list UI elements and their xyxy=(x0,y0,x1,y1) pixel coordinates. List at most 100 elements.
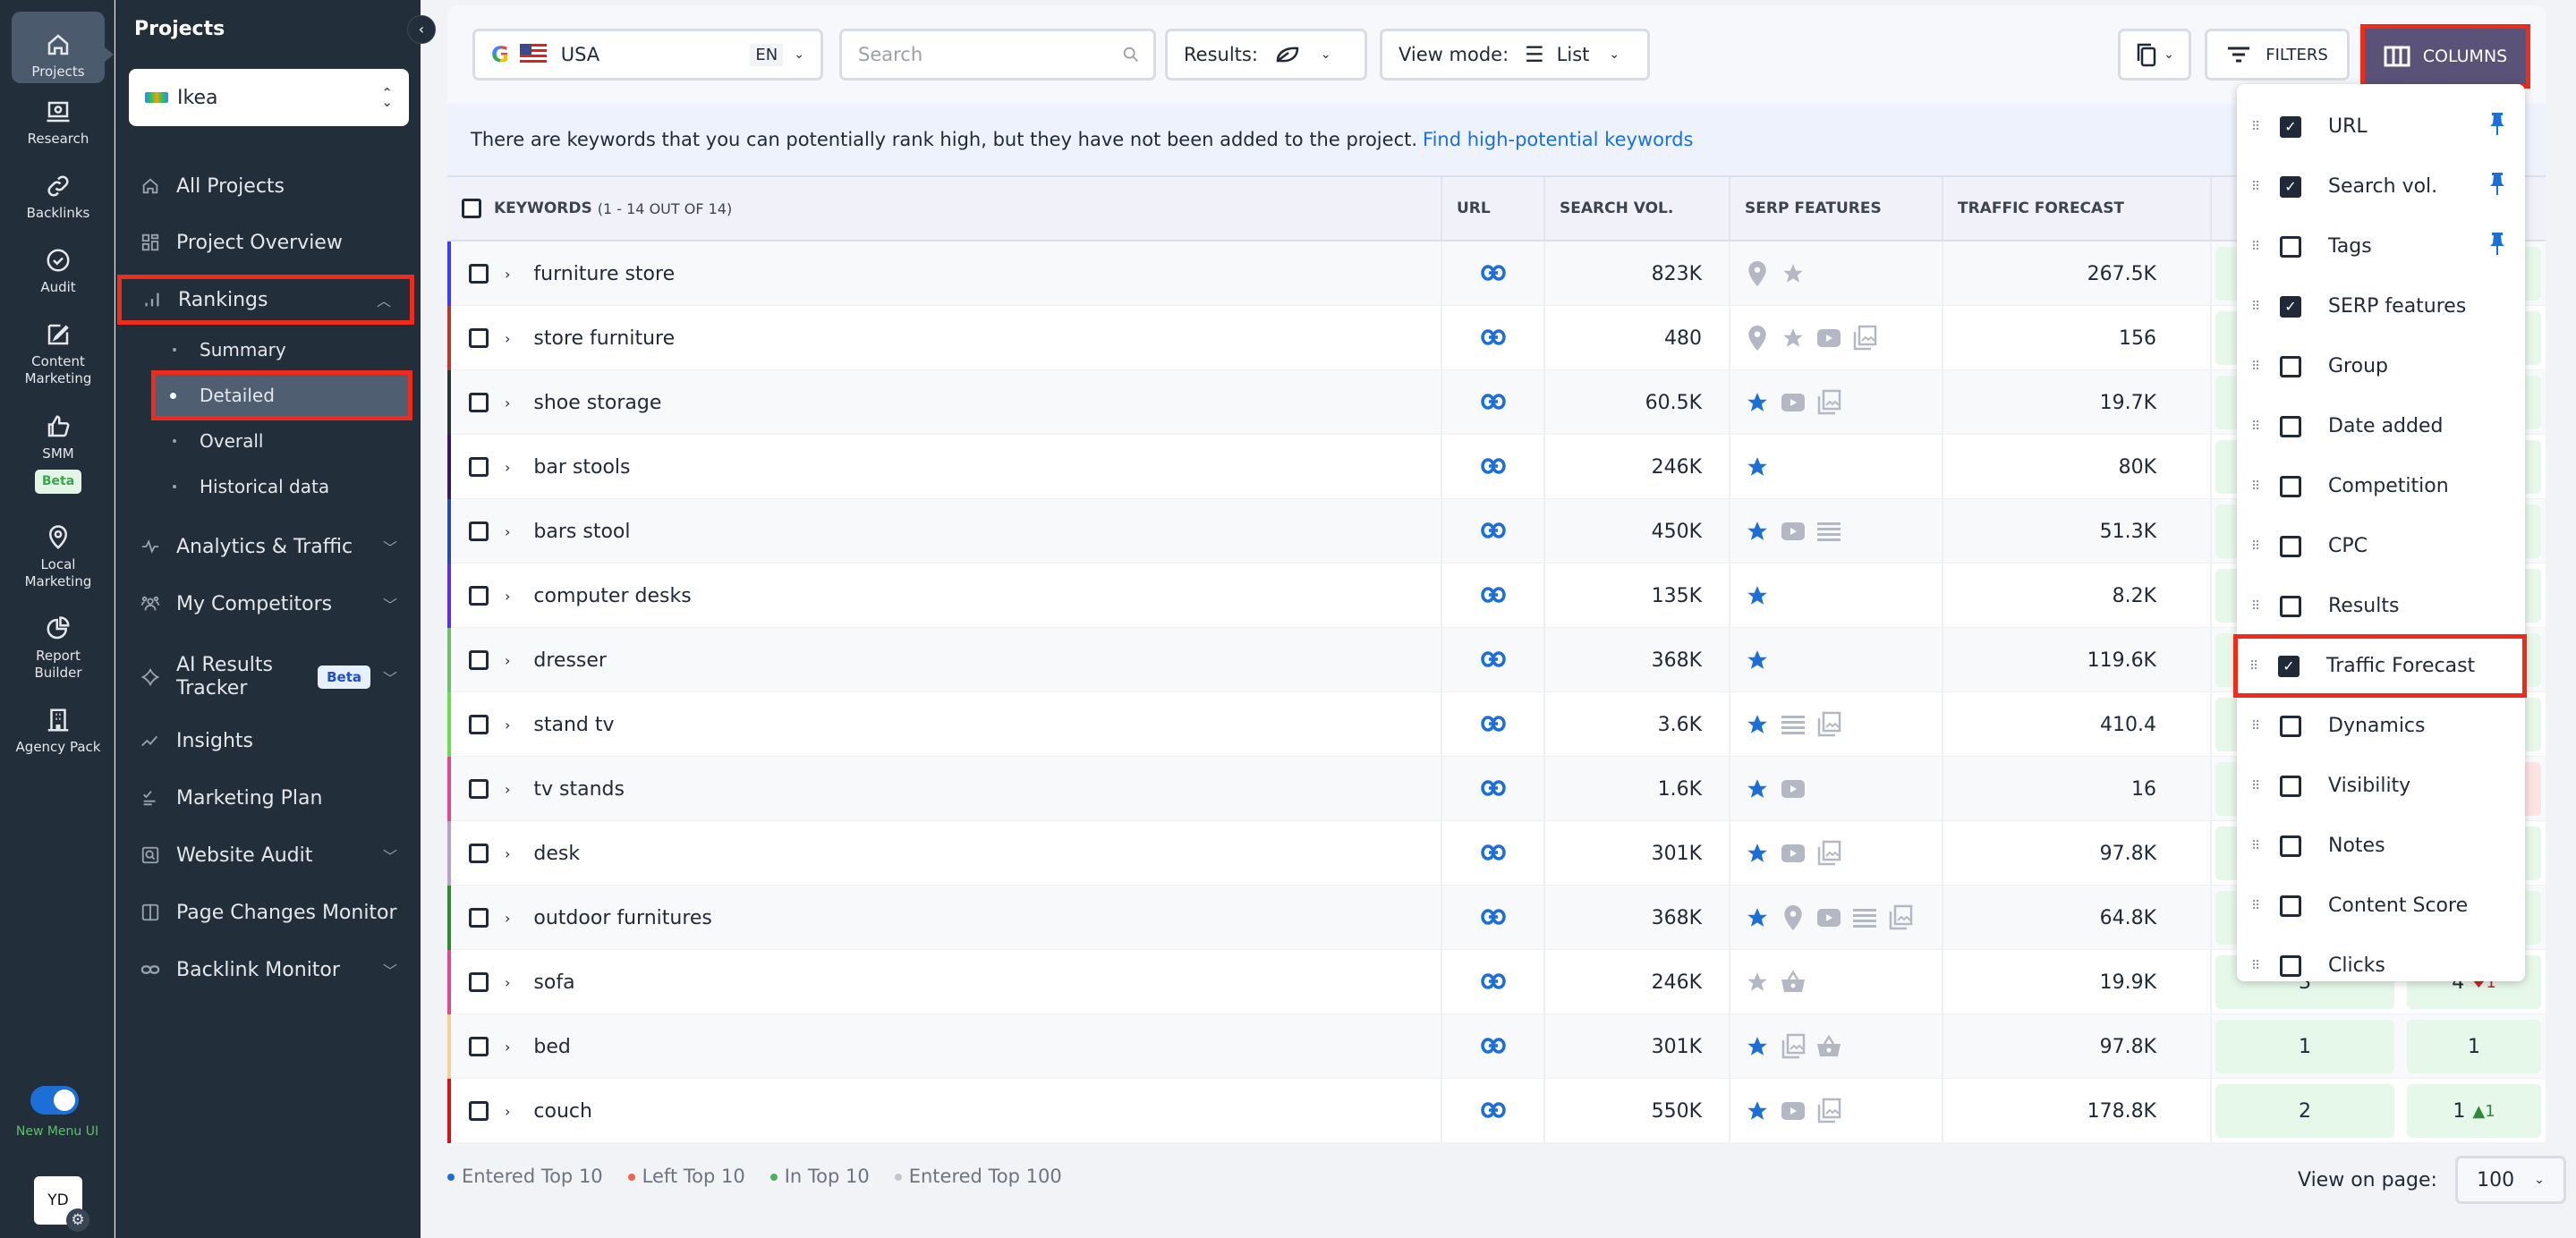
featured-snippet-star-icon[interactable] xyxy=(1745,454,1770,479)
column-checkbox[interactable] xyxy=(2280,535,2301,557)
images-icon[interactable] xyxy=(1816,389,1841,415)
table-row[interactable]: › outdoor furnitures 368K 64.8K xyxy=(447,886,2546,950)
row-checkbox[interactable] xyxy=(469,1101,489,1121)
column-checkbox[interactable]: ✓ xyxy=(2280,175,2301,198)
sidebar-item-marketing-plan[interactable]: Marketing Plan xyxy=(115,773,421,823)
local-pack-pin-icon[interactable] xyxy=(1745,326,1770,351)
sidebar-item-insights[interactable]: Insights xyxy=(115,716,421,766)
url-link-icon[interactable] xyxy=(1480,261,1506,286)
table-row[interactable]: › sofa 246K 19.9K 3 4 ♥1 xyxy=(447,950,2546,1014)
table-row[interactable]: › shoe storage 60.5K 19.7K xyxy=(447,370,2546,435)
drag-handle-icon[interactable]: ⠿ xyxy=(2251,420,2260,433)
column-option-notes[interactable]: ⠿ Notes xyxy=(2237,816,2525,876)
table-row[interactable]: › bar stools 246K 80K xyxy=(447,435,2546,499)
featured-snippet-star-icon[interactable] xyxy=(1745,1034,1770,1059)
sidebar-item-analytics-traffic[interactable]: Analytics & Traffic ﹀ xyxy=(115,521,421,572)
find-high-potential-keywords-link[interactable]: Find high-potential keywords xyxy=(1423,129,1693,150)
expand-chevron-icon[interactable]: › xyxy=(505,523,510,540)
keyword-text[interactable]: store furniture xyxy=(533,327,675,350)
expand-chevron-icon[interactable]: › xyxy=(505,845,510,862)
keyword-text[interactable]: bed xyxy=(533,1036,570,1058)
pin-icon[interactable] xyxy=(2489,172,2505,201)
view-mode-dropdown[interactable]: View mode: ☰ List ⌄ xyxy=(1380,29,1650,81)
expand-chevron-icon[interactable]: › xyxy=(505,652,510,669)
star-icon[interactable] xyxy=(1781,326,1806,351)
keyword-text[interactable]: stand tv xyxy=(533,714,614,736)
keyword-text[interactable]: dresser xyxy=(533,649,607,672)
row-checkbox[interactable] xyxy=(469,972,489,992)
featured-snippet-star-icon[interactable] xyxy=(1745,712,1770,737)
row-checkbox[interactable] xyxy=(469,908,489,928)
url-link-icon[interactable] xyxy=(1480,390,1506,415)
row-checkbox[interactable] xyxy=(469,586,489,606)
expand-chevron-icon[interactable]: › xyxy=(505,459,510,476)
search-engine-selector[interactable]: G USA EN ⌄ xyxy=(472,29,823,81)
new-menu-ui-toggle[interactable] xyxy=(30,1086,79,1115)
drag-handle-icon[interactable]: ⠿ xyxy=(2251,241,2260,253)
pin-icon[interactable] xyxy=(2489,232,2505,261)
keyword-text[interactable]: outdoor furnitures xyxy=(533,907,711,929)
expand-chevron-icon[interactable]: › xyxy=(505,394,510,411)
expand-chevron-icon[interactable]: › xyxy=(505,910,510,927)
column-option-results[interactable]: ⠿ Results xyxy=(2237,576,2525,636)
collapse-sidebar-button[interactable]: ‹ xyxy=(407,15,436,44)
table-row[interactable]: › stand tv 3.6K 410.4 xyxy=(447,692,2546,757)
sidebar-item-backlink-monitor[interactable]: Backlink Monitor ﹀ xyxy=(115,945,421,995)
row-checkbox[interactable] xyxy=(469,779,489,799)
url-link-icon[interactable] xyxy=(1480,905,1506,930)
list-icon[interactable] xyxy=(1852,905,1877,930)
copy-dropdown-button[interactable]: ⌄ xyxy=(2118,29,2191,81)
th-search-vol[interactable]: SEARCH VOL. xyxy=(1543,177,1729,240)
sidebar-item-rankings[interactable]: Rankings ︿ xyxy=(117,275,414,325)
column-option-tags[interactable]: ⠿ Tags xyxy=(2237,216,2525,276)
video-icon[interactable] xyxy=(1781,519,1806,544)
pin-icon[interactable] xyxy=(2489,112,2505,141)
expand-chevron-icon[interactable]: › xyxy=(505,1103,510,1120)
rail-item-smm[interactable]: SMM Beta xyxy=(12,413,105,494)
row-checkbox[interactable] xyxy=(469,650,489,670)
filters-button[interactable]: FILTERS xyxy=(2205,29,2350,81)
expand-chevron-icon[interactable]: › xyxy=(505,974,510,991)
column-checkbox[interactable]: ✓ xyxy=(2278,655,2300,677)
results-dropdown[interactable]: Results: ⌄ xyxy=(1165,29,1367,81)
drag-handle-icon[interactable]: ⠿ xyxy=(2249,660,2258,673)
featured-snippet-star-icon[interactable] xyxy=(1745,583,1770,608)
images-icon[interactable] xyxy=(1781,1033,1806,1059)
row-checkbox[interactable] xyxy=(469,715,489,734)
video-icon[interactable] xyxy=(1816,326,1841,351)
expand-chevron-icon[interactable]: › xyxy=(505,266,510,283)
row-checkbox[interactable] xyxy=(469,457,489,477)
keyword-text[interactable]: sofa xyxy=(533,971,574,994)
column-checkbox[interactable] xyxy=(2280,355,2301,377)
star-icon[interactable] xyxy=(1781,261,1806,286)
url-link-icon[interactable] xyxy=(1480,970,1506,995)
drag-handle-icon[interactable]: ⠿ xyxy=(2251,960,2260,972)
row-checkbox[interactable] xyxy=(469,264,489,284)
url-link-icon[interactable] xyxy=(1480,454,1506,479)
column-option-cpc[interactable]: ⠿ CPC xyxy=(2237,516,2525,576)
table-row[interactable]: › computer desks 135K 8.2K xyxy=(447,564,2546,628)
featured-snippet-star-icon[interactable] xyxy=(1745,648,1770,673)
column-option-url[interactable]: ⠿ ✓ URL xyxy=(2237,97,2525,157)
th-serp-features[interactable]: SERP FEATURES xyxy=(1729,177,1942,240)
column-checkbox[interactable]: ✓ xyxy=(2280,295,2301,318)
featured-snippet-star-icon[interactable] xyxy=(1745,1098,1770,1124)
rail-item-agency-pack[interactable]: Agency Pack xyxy=(12,707,105,756)
featured-snippet-star-icon[interactable] xyxy=(1745,776,1770,801)
keyword-text[interactable]: shoe storage xyxy=(533,392,661,414)
table-row[interactable]: › bed 301K 97.8K 1 1 xyxy=(447,1014,2546,1079)
images-icon[interactable] xyxy=(1888,904,1913,930)
keyword-text[interactable]: bars stool xyxy=(533,521,630,543)
gear-icon[interactable]: ⚙ xyxy=(66,1208,89,1232)
column-option-visibility[interactable]: ⠿ Visibility xyxy=(2237,756,2525,816)
drag-handle-icon[interactable]: ⠿ xyxy=(2251,840,2260,852)
keyword-text[interactable]: bar stools xyxy=(533,456,630,479)
table-row[interactable]: › store furniture 480 156 xyxy=(447,306,2546,370)
table-row[interactable]: › furniture store 823K 267.5K xyxy=(447,242,2546,306)
expand-chevron-icon[interactable]: › xyxy=(505,330,510,347)
sidebar-subitem-summary[interactable]: Summary xyxy=(158,329,409,370)
video-icon[interactable] xyxy=(1781,841,1806,866)
local-pack-pin-icon[interactable] xyxy=(1781,905,1806,930)
local-pack-pin-icon[interactable] xyxy=(1745,261,1770,286)
column-checkbox[interactable] xyxy=(2280,775,2301,797)
